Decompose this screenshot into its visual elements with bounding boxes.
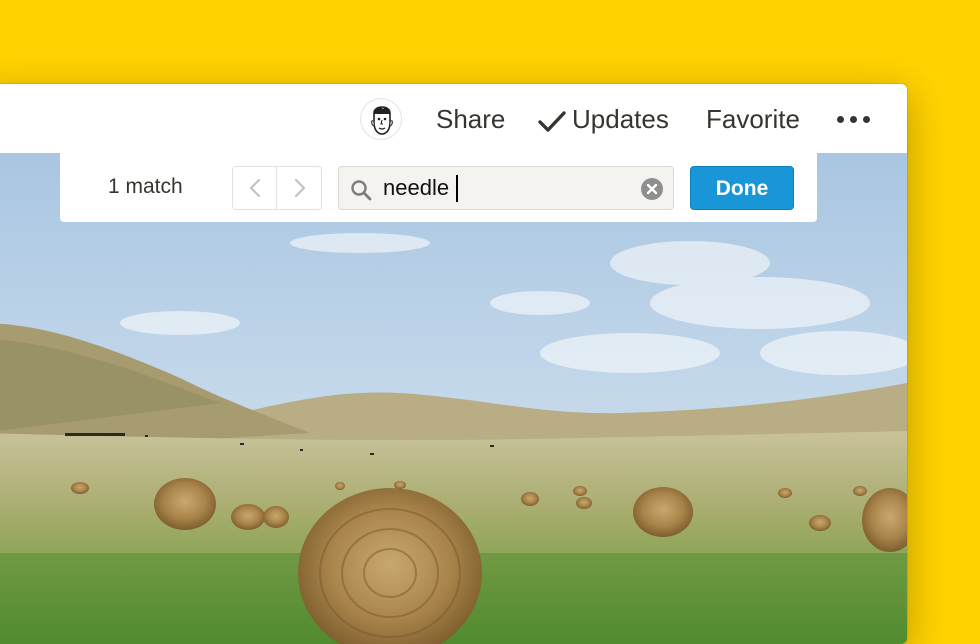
page-cover-image [0, 153, 907, 644]
clear-icon [646, 183, 658, 195]
favorite-button[interactable]: Favorite [706, 103, 800, 135]
search-icon [351, 180, 372, 201]
chevron-left-icon [249, 178, 261, 198]
search-field[interactable] [338, 166, 674, 210]
ellipsis-icon [837, 116, 844, 123]
previous-match-button[interactable] [233, 167, 277, 209]
share-button[interactable]: Share [436, 103, 505, 135]
avatar-face-icon [371, 106, 393, 135]
chevron-right-icon [294, 178, 306, 198]
updates-label: Updates [572, 104, 669, 134]
top-bar: Share Updates Favorite [0, 84, 907, 153]
user-avatar[interactable] [360, 98, 402, 140]
more-options-button[interactable] [834, 104, 874, 134]
search-input[interactable] [383, 173, 633, 203]
checkmark-icon [538, 111, 566, 132]
match-count: 1 match [108, 175, 183, 198]
find-in-page-bar: 1 match needle Done [60, 152, 817, 222]
text-cursor [456, 175, 458, 202]
app-window: Share Updates Favorite 1 match needle Do… [0, 84, 907, 644]
match-navigation [232, 166, 322, 210]
clear-search-button[interactable] [641, 178, 663, 200]
next-match-button[interactable] [278, 167, 322, 209]
ellipsis-icon [863, 116, 870, 123]
ellipsis-icon [850, 116, 857, 123]
done-button[interactable]: Done [690, 166, 794, 210]
